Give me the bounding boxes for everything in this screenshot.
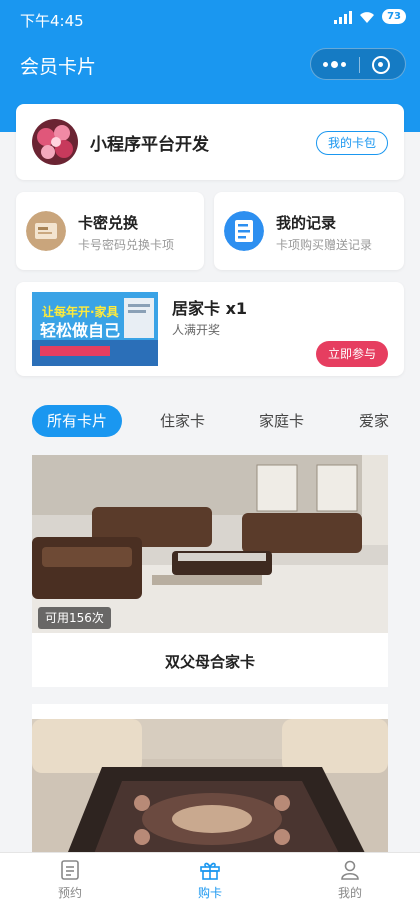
- tabbar-label-booking: 预约: [57, 886, 82, 900]
- profile-name: 小程序平台开发: [90, 135, 209, 155]
- user-icon: [341, 860, 359, 880]
- avatar: [32, 119, 78, 165]
- usage-count-badge: 可用156次: [38, 607, 111, 629]
- tab-home-card[interactable]: 住家卡: [160, 405, 205, 437]
- more-icon[interactable]: [323, 59, 347, 71]
- record-icon: [224, 211, 264, 251]
- redeem-title: 卡密兑换: [78, 214, 139, 232]
- status-icons: 73: [334, 9, 406, 24]
- mini-program-capsule[interactable]: [310, 48, 406, 80]
- signal-icon: [334, 10, 353, 24]
- card-title: 双父母合家卡: [164, 653, 255, 671]
- battery-icon: 73: [382, 9, 406, 24]
- promo-thumb-top: 让每年开·家具: [42, 304, 119, 319]
- tabbar-item-booking[interactable]: 预约: [30, 859, 110, 901]
- promo-title: 居家卡 x1: [172, 299, 248, 318]
- calendar-doc-icon: [61, 860, 79, 880]
- card-redeem-icon: [26, 211, 66, 251]
- redeem-card-entry[interactable]: 卡密兑换 卡号密码兑换卡项: [16, 192, 204, 270]
- redeem-subtitle: 卡号密码兑换卡项: [78, 238, 175, 252]
- tab-love-home[interactable]: 爱家: [359, 405, 389, 437]
- card-item[interactable]: 可用156次 双父母合家卡: [32, 455, 388, 687]
- card-category-tabs: 所有卡片 住家卡 家庭卡 爱家: [0, 396, 420, 446]
- tab-family-card[interactable]: 家庭卡: [259, 405, 304, 437]
- records-title: 我的记录: [276, 214, 337, 232]
- gift-icon: [200, 862, 220, 880]
- bottom-tab-bar: 预约 购卡 我的: [0, 852, 420, 910]
- tab-all-cards[interactable]: 所有卡片: [32, 405, 122, 437]
- close-target-icon[interactable]: [372, 56, 390, 74]
- my-records-entry[interactable]: 我的记录 卡项购买赠送记录: [214, 192, 404, 270]
- nav-bar: 会员卡片: [0, 36, 420, 92]
- records-subtitle: 卡项购买赠送记录: [276, 238, 373, 252]
- tabbar-label-mine: 我的: [337, 886, 362, 900]
- promo-card[interactable]: 让每年开·家具 轻松做自己 居家卡 x1 人满开奖 立即参与: [16, 282, 404, 376]
- tabbar-item-buy-card[interactable]: 购卡: [170, 859, 250, 901]
- profile-card: 小程序平台开发 我的卡包: [16, 104, 404, 180]
- page-title: 会员卡片: [20, 56, 97, 78]
- wifi-icon: [360, 11, 375, 23]
- promo-thumb-main: 轻松做自己: [40, 321, 120, 340]
- status-time: 下午4:45: [20, 12, 84, 30]
- card-image: [32, 719, 388, 852]
- tabbar-item-mine[interactable]: 我的: [310, 859, 390, 901]
- tabbar-label-buy-card: 购卡: [197, 886, 222, 900]
- status-bar: 下午4:45 73: [0, 0, 420, 36]
- card-item[interactable]: [32, 704, 388, 852]
- promo-subtitle: 人满开奖: [172, 323, 221, 337]
- join-now-button[interactable]: 立即参与: [316, 341, 388, 367]
- promo-thumbnail: 让每年开·家具 轻松做自己: [32, 292, 158, 366]
- my-card-wallet-button[interactable]: 我的卡包: [316, 131, 388, 155]
